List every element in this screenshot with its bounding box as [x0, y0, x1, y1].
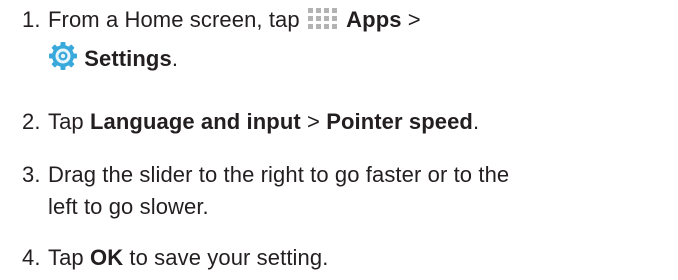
step-number: 4.	[22, 245, 41, 270]
step-3-line-1: Drag the slider to the right to go faste…	[48, 162, 510, 187]
step-1: 1. From a Home screen, tap Apps > Settin…	[22, 4, 662, 80]
period: .	[171, 46, 179, 71]
step-text: Drag the slider to the right to go faste…	[22, 162, 662, 223]
apps-label: Apps	[346, 7, 402, 32]
step-3-line-2: left to go slower.	[48, 194, 209, 219]
ok-label: OK	[90, 245, 124, 270]
step-3: 3. Drag the slider to the right to go fas…	[22, 159, 662, 223]
step-4: 4. Tap OK to save your setting.	[22, 242, 662, 274]
instruction-steps: 1. From a Home screen, tap Apps > Settin…	[0, 0, 678, 280]
separator: >	[407, 7, 421, 32]
step-4-text-end: to save your setting.	[129, 245, 329, 270]
step-text: Tap OK to save your setting.	[48, 245, 328, 270]
step-2-text: Tap	[48, 109, 84, 134]
step-number: 1.	[22, 7, 41, 32]
settings-gear-icon	[48, 41, 78, 80]
period: .	[472, 109, 480, 134]
language-and-input-label: Language and input	[90, 109, 301, 134]
step-2: 2. Tap Language and input > Pointer speed…	[22, 106, 662, 138]
step-1-text: From a Home screen, tap	[48, 7, 300, 32]
pointer-speed-label: Pointer speed	[326, 109, 473, 134]
step-text: From a Home screen, tap Apps > Settings.	[22, 7, 662, 80]
separator: >	[307, 109, 320, 134]
step-4-text: Tap	[48, 245, 84, 270]
settings-label: Settings	[84, 46, 172, 71]
apps-grid-icon	[306, 6, 340, 41]
step-number: 3.	[22, 162, 41, 187]
step-1-continuation: Settings.	[22, 41, 662, 80]
step-number: 2.	[22, 109, 41, 134]
step-text: Tap Language and input > Pointer speed.	[48, 109, 479, 134]
